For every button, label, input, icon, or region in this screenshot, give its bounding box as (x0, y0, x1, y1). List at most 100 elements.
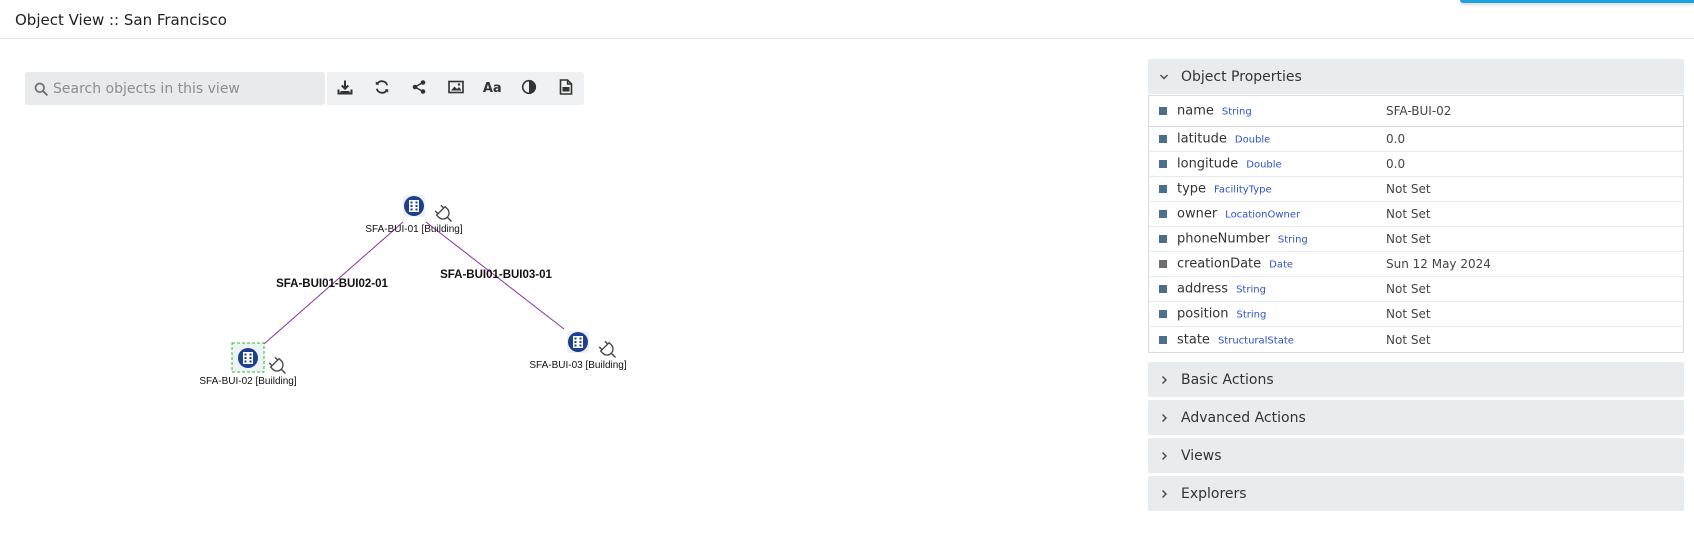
property-type: Double (1246, 159, 1282, 171)
building-icon (238, 348, 258, 368)
chevron-right-icon (1159, 451, 1173, 461)
property-name: type (1177, 181, 1207, 197)
property-marker (1159, 310, 1167, 318)
graph-node-bui02[interactable]: SFA-BUI-02 [Building] (199, 342, 297, 387)
property-marker (1159, 135, 1167, 143)
property-value[interactable]: Not Set (1386, 333, 1431, 347)
property-type: String (1277, 234, 1308, 246)
property-row[interactable]: longitude Double 0.0 (1149, 152, 1683, 177)
property-type: Date (1269, 259, 1294, 271)
property-marker (1159, 285, 1167, 293)
basic-actions-header[interactable]: Basic Actions (1148, 362, 1684, 397)
advanced-actions-label: Advanced Actions (1181, 409, 1306, 426)
plug-icon[interactable] (598, 340, 620, 362)
property-value[interactable]: Not Set (1386, 207, 1431, 221)
font-size-icon: Aa (482, 81, 502, 96)
property-name: owner (1177, 206, 1218, 222)
property-type: String (1236, 284, 1266, 296)
property-name: state (1177, 332, 1210, 347)
property-value[interactable]: Not Set (1386, 282, 1431, 296)
plug-icon[interactable] (434, 204, 456, 226)
property-marker (1159, 210, 1167, 218)
refresh-button[interactable] (364, 72, 401, 105)
page-title: Object View :: San Francisco (15, 11, 227, 29)
property-type: FacilityType (1214, 184, 1272, 196)
property-type: Double (1234, 134, 1271, 146)
property-row[interactable]: name String SFA-BUI-02 (1149, 96, 1683, 127)
property-name: creationDate (1177, 256, 1262, 272)
property-name: phoneNumber (1177, 231, 1270, 247)
graph-node-bui03[interactable]: SFA-BUI-03 [Building] (529, 331, 627, 371)
object-graph-canvas[interactable]: SFA-BUI01-BUI02-01 SFA-BUI01-BUI03-01 SF… (0, 110, 1100, 510)
graph-edges: SFA-BUI01-BUI02-01 SFA-BUI01-BUI03-01 (263, 221, 565, 345)
share-button[interactable] (400, 72, 437, 105)
contrast-icon (521, 79, 537, 99)
chevron-right-icon (1159, 413, 1173, 423)
property-value[interactable]: SFA-BUI-02 (1386, 104, 1451, 118)
advanced-actions-header[interactable]: Advanced Actions (1148, 400, 1684, 435)
export-image-button[interactable] (437, 72, 474, 105)
object-properties-label: Object Properties (1181, 68, 1302, 85)
property-value[interactable]: Sun 12 May 2024 (1386, 257, 1491, 271)
property-row[interactable]: type FacilityType Not Set (1149, 177, 1683, 202)
property-value[interactable]: 0.0 (1386, 157, 1405, 171)
property-row[interactable]: address String Not Set (1149, 277, 1683, 302)
property-value[interactable]: Not Set (1386, 232, 1431, 246)
property-row[interactable]: creationDate Date Sun 12 May 2024 (1149, 252, 1683, 277)
share-icon (411, 79, 427, 99)
node-label: SFA-BUI-02 [Building] (199, 376, 296, 387)
property-value[interactable]: 0.0 (1386, 132, 1405, 146)
node-label: SFA-BUI-01 [Building] (365, 224, 462, 235)
refresh-icon (374, 79, 390, 99)
views-header[interactable]: Views (1148, 438, 1684, 473)
font-size-button[interactable]: Aa (474, 72, 511, 105)
property-name: address (1177, 281, 1229, 297)
search-icon (34, 81, 48, 100)
property-marker (1159, 160, 1167, 168)
property-type: String (1221, 106, 1252, 118)
property-row[interactable]: position String Not Set (1149, 302, 1683, 327)
property-row[interactable]: state StructuralState Not Set (1149, 327, 1683, 352)
contrast-button[interactable] (511, 72, 548, 105)
basic-actions-label: Basic Actions (1181, 371, 1274, 388)
node-label: SFA-BUI-03 [Building] (529, 360, 626, 371)
object-properties-header[interactable]: Object Properties (1148, 59, 1684, 94)
search-box[interactable] (25, 72, 325, 105)
property-marker (1159, 235, 1167, 243)
chevron-right-icon (1159, 489, 1173, 499)
property-row[interactable]: owner LocationOwner Not Set (1149, 202, 1683, 227)
explorers-header[interactable]: Explorers (1148, 476, 1684, 511)
property-marker (1159, 335, 1167, 344)
property-name: longitude (1177, 156, 1239, 172)
property-name: position (1177, 306, 1229, 322)
property-marker (1159, 107, 1167, 115)
export-document-icon (559, 78, 573, 99)
edge-label[interactable]: SFA-BUI01-BUI02-01 (276, 278, 388, 290)
edge-label[interactable]: SFA-BUI01-BUI03-01 (440, 269, 552, 281)
explorers-label: Explorers (1181, 485, 1247, 502)
properties-panel: Object Properties name String SFA-BUI-02 … (1148, 59, 1684, 511)
views-label: Views (1181, 447, 1222, 464)
property-marker (1159, 185, 1167, 193)
property-value[interactable]: Not Set (1386, 307, 1431, 321)
property-type: StructuralState (1217, 335, 1294, 346)
plug-icon[interactable] (268, 356, 290, 378)
image-icon (447, 79, 464, 98)
building-icon (567, 331, 589, 353)
property-value[interactable]: Not Set (1386, 182, 1431, 196)
building-icon (403, 195, 425, 217)
property-row[interactable]: latitude Double 0.0 (1149, 127, 1683, 152)
property-type: String (1236, 309, 1267, 321)
graph-node-bui01[interactable]: SFA-BUI-01 [Building] (365, 195, 463, 235)
page-header: Object View :: San Francisco (0, 0, 1694, 39)
property-marker (1159, 260, 1167, 268)
view-toolbar: Aa (327, 72, 584, 105)
export-document-button[interactable] (547, 72, 584, 105)
chevron-down-icon (1159, 72, 1173, 82)
property-type: LocationOwner (1225, 209, 1301, 221)
download-button[interactable] (327, 72, 364, 105)
property-row[interactable]: phoneNumber String Not Set (1149, 227, 1683, 252)
property-name: name (1177, 103, 1214, 119)
search-input[interactable] (53, 72, 318, 105)
notification-bar (1460, 0, 1694, 3)
